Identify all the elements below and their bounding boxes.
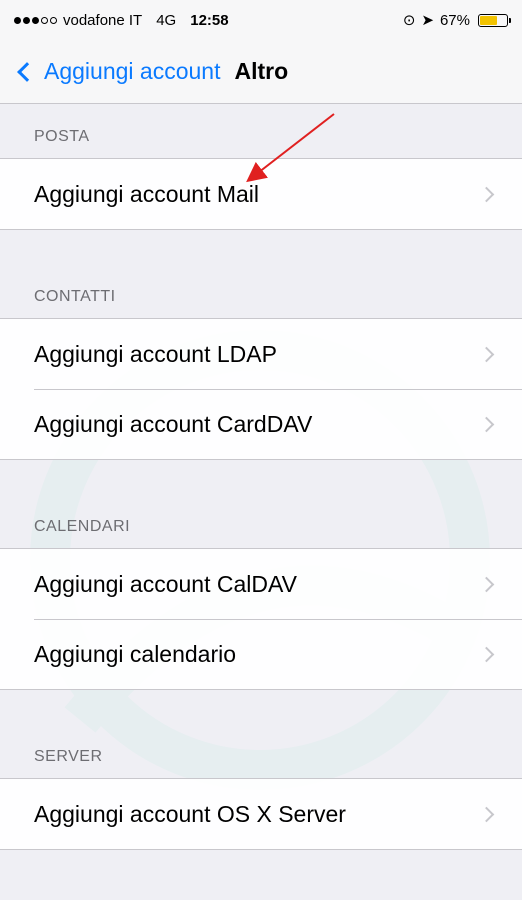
list-item-label: Aggiungi calendario <box>34 640 237 667</box>
list-item-label: Aggiungi account CalDAV <box>34 570 297 597</box>
chevron-right-icon <box>478 806 495 822</box>
navigation-bar: Aggiungi account Altro <box>0 40 522 104</box>
section-group-contatti: Aggiungi account LDAP Aggiungi account C… <box>0 318 522 460</box>
list-item-add-carddav-account[interactable]: Aggiungi account CardDAV <box>0 389 522 459</box>
signal-strength-icon <box>14 16 57 24</box>
list-item-add-ldap-account[interactable]: Aggiungi account LDAP <box>0 319 522 389</box>
location-arrow-icon: ➤ <box>421 12 434 29</box>
page-title: Altro <box>234 58 289 84</box>
list-item-add-caldav-account[interactable]: Aggiungi account CalDAV <box>0 549 522 619</box>
chevron-right-icon <box>478 416 495 432</box>
list-item-label: Aggiungi account OS X Server <box>34 800 346 827</box>
list-item-add-calendar[interactable]: Aggiungi calendario <box>0 619 522 689</box>
battery-icon <box>478 13 511 27</box>
chevron-right-icon <box>478 186 495 202</box>
chevron-left-icon <box>17 61 37 82</box>
battery-percent: 67% <box>439 11 470 29</box>
clock: 12:58 <box>190 11 229 29</box>
section-group-server: Aggiungi account OS X Server <box>0 778 522 850</box>
back-button[interactable]: Aggiungi account <box>17 58 221 85</box>
list-item-add-mail-account[interactable]: Aggiungi account Mail <box>0 159 522 229</box>
settings-list: POSTA Aggiungi account Mail CONTATTI Agg… <box>0 104 522 850</box>
section-header-server: SERVER <box>34 748 103 765</box>
list-item-add-osx-server-account[interactable]: Aggiungi account OS X Server <box>0 779 522 849</box>
rotation-lock-icon: ⊙ <box>402 12 416 29</box>
list-item-label: Aggiungi account Mail <box>34 180 260 207</box>
section-header-posta: POSTA <box>34 128 90 145</box>
section-header-calendari: CALENDARI <box>34 518 131 535</box>
chevron-right-icon <box>478 646 495 662</box>
chevron-right-icon <box>478 576 495 592</box>
carrier-name: vodafone IT <box>63 11 143 29</box>
section-group-posta: Aggiungi account Mail <box>0 158 522 230</box>
section-header-contatti: CONTATTI <box>34 288 116 305</box>
battery-level-fill <box>480 15 498 25</box>
chevron-right-icon <box>478 346 495 362</box>
list-item-label: Aggiungi account LDAP <box>34 340 277 367</box>
network-type: 4G <box>156 11 177 29</box>
back-button-label: Aggiungi account <box>44 58 221 84</box>
section-group-calendari: Aggiungi account CalDAV Aggiungi calenda… <box>0 548 522 690</box>
list-item-label: Aggiungi account CardDAV <box>34 410 313 437</box>
status-bar: vodafone IT 4G 12:58 ⊙ ➤ 67% <box>0 0 522 40</box>
